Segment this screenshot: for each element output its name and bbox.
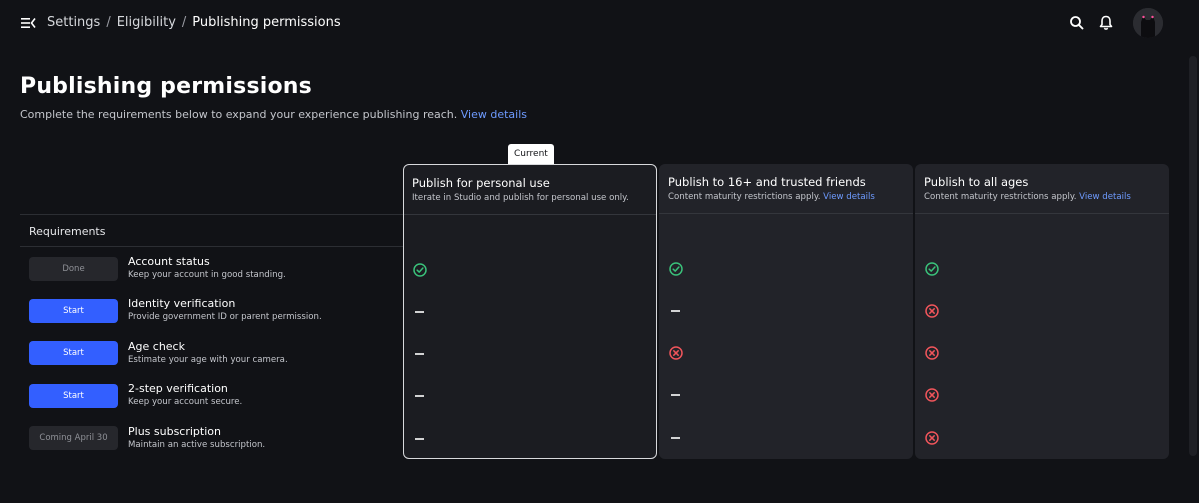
status-cell <box>412 304 428 320</box>
requirement-name: Identity verification <box>128 297 236 310</box>
requirement-name: Age check <box>128 340 185 353</box>
status-cell <box>668 345 684 361</box>
x-circle-icon <box>925 431 939 445</box>
current-tag: Current <box>508 144 554 164</box>
top-bar: Settings / Eligibility / Publishing permissi… <box>0 0 1199 48</box>
column-divider <box>915 213 1169 214</box>
dash-icon <box>671 394 680 396</box>
requirement-desc: Estimate your age with your camera. <box>128 355 288 365</box>
column-16-plus: Publish to 16+ and trusted friends Conte… <box>659 164 913 459</box>
breadcrumb-settings[interactable]: Settings <box>47 15 100 30</box>
age-check-start-button[interactable]: Start <box>29 341 118 365</box>
dash-icon <box>671 437 680 439</box>
menu-collapse-icon[interactable] <box>20 15 36 31</box>
check-circle-icon <box>925 262 939 276</box>
column-divider <box>404 214 656 215</box>
column-divider <box>659 213 913 214</box>
check-circle-icon <box>413 263 427 277</box>
search-icon[interactable] <box>1068 14 1086 32</box>
x-circle-icon <box>925 388 939 402</box>
requirement-desc: Keep your account in good standing. <box>128 270 286 280</box>
requirement-desc: Maintain an active subscription. <box>128 440 266 450</box>
column-desc: Iterate in Studio and publish for person… <box>412 193 629 203</box>
page-title: Publishing permissions <box>20 74 312 99</box>
status-cell <box>412 262 428 278</box>
identity-verification-start-button[interactable]: Start <box>29 299 118 323</box>
breadcrumb-eligibility[interactable]: Eligibility <box>117 15 176 30</box>
requirement-name: Account status <box>128 255 210 268</box>
page-subtitle-text: Complete the requirements below to expan… <box>20 108 458 121</box>
divider <box>20 246 403 247</box>
account-status-done-button: Done <box>29 257 118 281</box>
status-cell <box>924 345 940 361</box>
view-details-link[interactable]: View details <box>461 108 527 121</box>
dash-icon <box>415 311 424 313</box>
avatar[interactable] <box>1133 8 1163 38</box>
requirement-name: Plus subscription <box>128 425 221 438</box>
requirements-heading: Requirements <box>29 225 106 238</box>
status-cell <box>668 303 684 319</box>
scrollbar-thumb[interactable] <box>1189 56 1197 456</box>
plus-subscription-coming-button: Coming April 30 <box>29 426 118 450</box>
column-all-ages: Publish to all ages Content maturity res… <box>915 164 1169 459</box>
dash-icon <box>415 438 424 440</box>
x-circle-icon <box>925 346 939 360</box>
two-step-verification-start-button[interactable]: Start <box>29 384 118 408</box>
dash-icon <box>671 310 680 312</box>
column-desc: Content maturity restrictions apply. Vie… <box>668 192 875 202</box>
column-desc-text: Content maturity restrictions apply. <box>924 192 1077 202</box>
view-details-link[interactable]: View details <box>823 192 875 202</box>
status-cell <box>924 387 940 403</box>
avatar-image <box>1133 8 1163 38</box>
view-details-link[interactable]: View details <box>1079 192 1131 202</box>
status-cell <box>924 430 940 446</box>
status-cell <box>668 387 684 403</box>
requirement-name: 2-step verification <box>128 382 228 395</box>
status-cell <box>412 346 428 362</box>
status-cell <box>412 431 428 447</box>
check-circle-icon <box>669 262 683 276</box>
status-cell <box>924 261 940 277</box>
status-cell <box>668 261 684 277</box>
bell-icon[interactable] <box>1097 14 1115 32</box>
dash-icon <box>415 395 424 397</box>
column-title: Publish for personal use <box>412 176 550 190</box>
column-title: Publish to all ages <box>924 175 1029 189</box>
x-circle-icon <box>669 346 683 360</box>
breadcrumb-separator: / <box>181 15 187 30</box>
status-cell <box>668 430 684 446</box>
x-circle-icon <box>925 304 939 318</box>
requirement-desc: Provide government ID or parent permissi… <box>128 312 322 322</box>
status-cell <box>412 388 428 404</box>
dash-icon <box>415 353 424 355</box>
requirement-desc: Keep your account secure. <box>128 397 243 407</box>
breadcrumb-current: Publishing permissions <box>192 15 341 30</box>
column-title: Publish to 16+ and trusted friends <box>668 175 866 189</box>
column-desc-text: Iterate in Studio and publish for person… <box>412 193 629 203</box>
divider <box>20 214 403 215</box>
column-personal-use: Publish for personal use Iterate in Stud… <box>403 164 657 459</box>
breadcrumb: Settings / Eligibility / Publishing permissi… <box>47 15 341 30</box>
column-desc-text: Content maturity restrictions apply. <box>668 192 821 202</box>
column-desc: Content maturity restrictions apply. Vie… <box>924 192 1131 202</box>
status-cell <box>924 303 940 319</box>
breadcrumb-separator: / <box>106 15 111 30</box>
page-subtitle: Complete the requirements below to expan… <box>20 108 527 121</box>
